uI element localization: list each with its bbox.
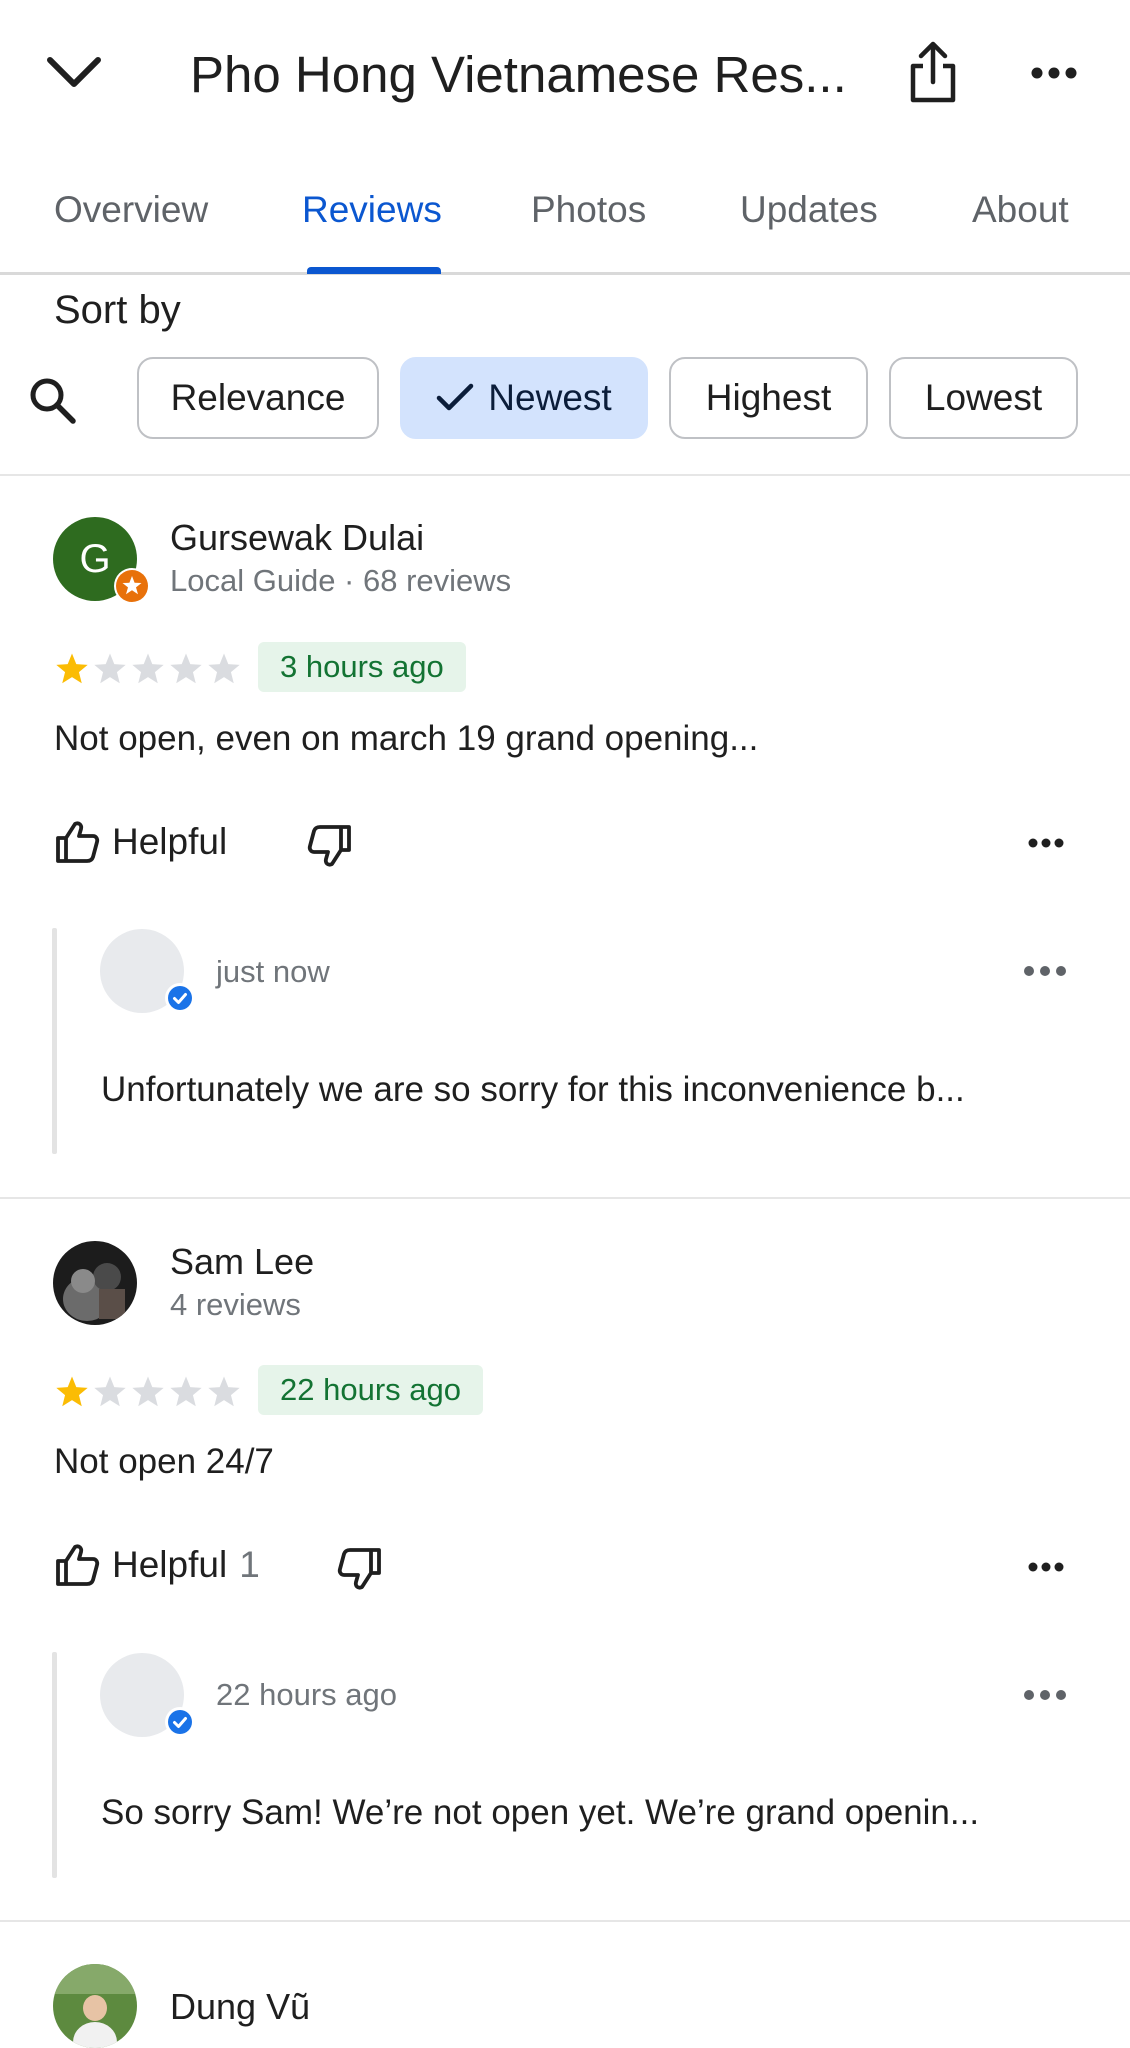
active-tab-indicator <box>307 267 441 274</box>
divider <box>0 1920 1130 1922</box>
star-rating <box>54 1375 242 1409</box>
star-empty-icon <box>170 1376 202 1407</box>
reviewer-subtitle: 4 reviews <box>170 1287 301 1322</box>
verified-badge <box>165 983 195 1013</box>
verified-icon <box>168 986 192 1010</box>
helpful-count: 1 <box>239 1544 260 1585</box>
sort-by-label: Sort by <box>54 288 181 332</box>
divider <box>0 474 1130 476</box>
share-button[interactable] <box>908 40 958 106</box>
sort-chip-lowest[interactable]: Lowest <box>889 357 1078 439</box>
sort-chip-highest[interactable]: Highest <box>669 357 868 439</box>
reply-more-button[interactable] <box>1023 1688 1067 1702</box>
photo-avatar-image <box>53 1964 137 2048</box>
review-text[interactable]: Not open, even on march 19 grand opening… <box>54 717 758 761</box>
more-icon <box>1028 1562 1064 1572</box>
chip-label: Highest <box>705 377 832 418</box>
place-title: Pho Hong Vietnamese Res... <box>190 46 847 103</box>
tab-overview[interactable]: Overview <box>54 188 208 232</box>
more-options-button[interactable] <box>1030 64 1078 82</box>
tab-updates[interactable]: Updates <box>740 188 878 232</box>
back-chevron-button[interactable] <box>44 50 104 94</box>
more-icon <box>1031 67 1077 79</box>
sort-chip-newest[interactable]: Newest <box>400 357 648 439</box>
chip-label: Newest <box>488 377 612 418</box>
tab-photos[interactable]: Photos <box>531 188 646 232</box>
reviewer-name[interactable]: Gursewak Dulai <box>170 518 424 558</box>
divider <box>0 1197 1130 1199</box>
star-empty-icon <box>94 653 126 684</box>
star-empty-icon <box>132 1376 164 1407</box>
thumbs-up-icon <box>56 1544 100 1586</box>
review-time-badge: 22 hours ago <box>258 1365 483 1415</box>
reply-time: just now <box>216 954 330 989</box>
not-helpful-button[interactable] <box>307 824 353 868</box>
more-icon <box>1024 966 1066 976</box>
star-filled-icon <box>56 653 88 684</box>
chevron-down-icon <box>47 57 101 87</box>
thumbs-down-icon <box>337 1548 381 1590</box>
more-icon <box>1024 1690 1066 1700</box>
reply-indent-bar <box>52 1652 57 1878</box>
helpful-button[interactable]: Helpful 1 <box>54 1543 260 1587</box>
share-icon <box>910 41 956 103</box>
star-empty-icon <box>208 1376 240 1407</box>
reply-text[interactable]: So sorry Sam! We’re not open yet. We’re … <box>101 1791 979 1835</box>
chip-label: Relevance <box>170 377 346 418</box>
star-filled-icon <box>56 1376 88 1407</box>
helpful-label: Helpful <box>112 1544 228 1585</box>
star-rating <box>54 652 242 686</box>
star-empty-icon <box>170 653 202 684</box>
reviewer-name[interactable]: Dung Vũ <box>170 1987 310 2027</box>
reviewer-name[interactable]: Sam Lee <box>170 1242 314 1282</box>
header-divider <box>0 272 1130 275</box>
helpful-label: Helpful <box>112 821 228 862</box>
check-icon <box>437 383 474 411</box>
search-icon <box>30 378 76 424</box>
reviewer-subtitle: Local Guide · 68 reviews <box>170 563 512 598</box>
sort-chip-relevance[interactable]: Relevance <box>137 357 379 439</box>
thumbs-down-icon <box>307 825 351 867</box>
star-empty-icon <box>132 653 164 684</box>
chip-label: Lowest <box>924 377 1043 418</box>
avatar[interactable] <box>53 1241 137 1325</box>
review-more-button[interactable] <box>1028 1560 1064 1574</box>
reply-more-button[interactable] <box>1023 964 1067 978</box>
star-empty-icon <box>208 653 240 684</box>
more-icon <box>1028 838 1064 848</box>
reply-text[interactable]: Unfortunately we are so sorry for this i… <box>101 1068 965 1112</box>
star-empty-icon <box>94 1376 126 1407</box>
verified-icon <box>168 1710 192 1734</box>
avatar-letter: G <box>79 536 111 581</box>
helpful-button[interactable]: Helpful <box>54 820 239 864</box>
local-guide-icon <box>116 570 148 602</box>
review-time-badge: 3 hours ago <box>258 642 466 692</box>
search-reviews-button[interactable] <box>26 374 78 426</box>
tab-about[interactable]: About <box>972 188 1069 232</box>
thumbs-up-icon <box>56 821 100 863</box>
not-helpful-button[interactable] <box>337 1547 383 1591</box>
reply-indent-bar <box>52 928 57 1154</box>
review-text[interactable]: Not open 24/7 <box>54 1440 274 1484</box>
reply-time: 22 hours ago <box>216 1677 397 1712</box>
review-more-button[interactable] <box>1028 836 1064 850</box>
tab-reviews[interactable]: Reviews <box>302 188 442 232</box>
local-guide-badge <box>114 568 150 604</box>
photo-avatar-image <box>53 1241 137 1325</box>
verified-badge <box>165 1707 195 1737</box>
avatar[interactable] <box>53 1964 137 2048</box>
